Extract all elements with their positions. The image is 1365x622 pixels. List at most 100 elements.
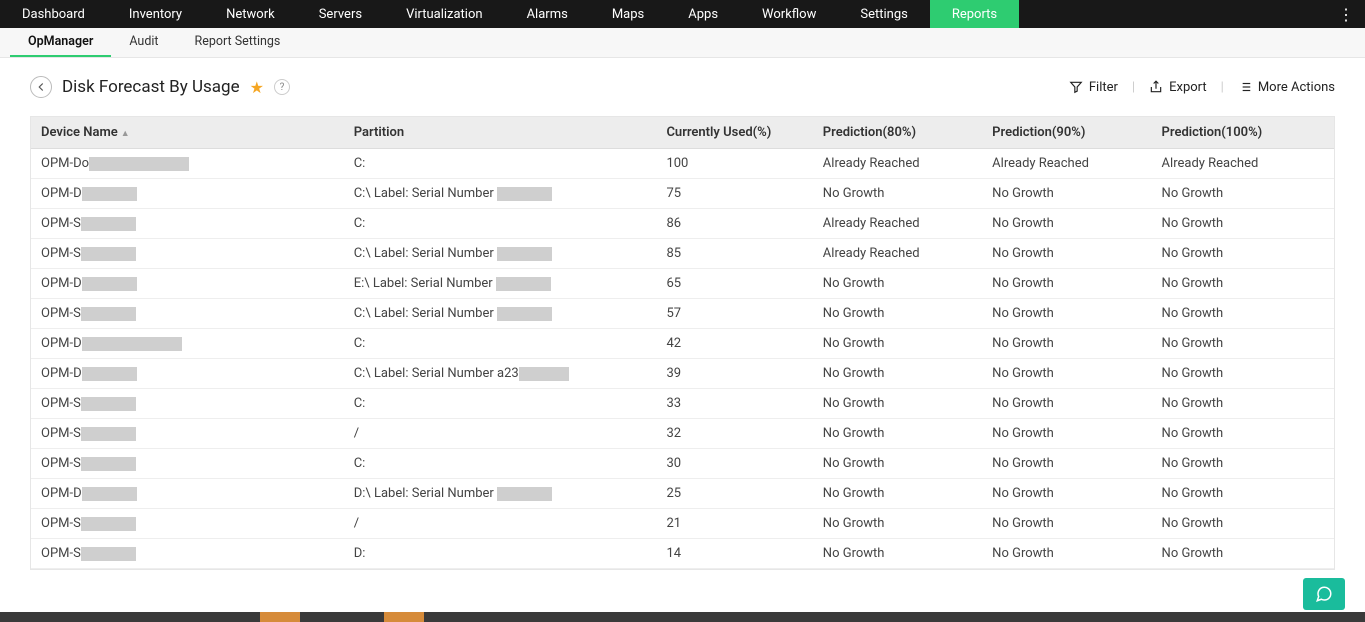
- cell-p80: No Growth: [813, 269, 982, 299]
- cell-p80: No Growth: [813, 539, 982, 569]
- col-p100[interactable]: Prediction(100%): [1152, 117, 1334, 149]
- nav-item-inventory[interactable]: Inventory: [107, 0, 204, 28]
- cell-p100: No Growth: [1152, 419, 1334, 449]
- cell-device: OPM-D: [31, 179, 344, 209]
- cell-p90: No Growth: [982, 449, 1151, 479]
- cell-p90: No Growth: [982, 209, 1151, 239]
- cell-used: 32: [656, 419, 812, 449]
- col-used[interactable]: Currently Used(%): [656, 117, 812, 149]
- export-icon: [1149, 80, 1163, 94]
- help-icon[interactable]: ?: [274, 79, 290, 95]
- cell-p90: No Growth: [982, 239, 1151, 269]
- table-row[interactable]: OPM-DD:\ Label: Serial Number 25No Growt…: [31, 479, 1334, 509]
- cell-p100: No Growth: [1152, 329, 1334, 359]
- filter-icon: [1069, 80, 1083, 94]
- cell-used: 65: [656, 269, 812, 299]
- cell-device: OPM-S: [31, 299, 344, 329]
- cell-partition: C:: [344, 209, 657, 239]
- cell-partition: /: [344, 509, 657, 539]
- cell-p80: No Growth: [813, 299, 982, 329]
- nav-item-reports[interactable]: Reports: [930, 0, 1019, 28]
- cell-device: OPM-D: [31, 269, 344, 299]
- page-header: Disk Forecast By Usage ★ ? Filter | Expo…: [30, 76, 1335, 98]
- cell-used: 42: [656, 329, 812, 359]
- nav-item-maps[interactable]: Maps: [590, 0, 666, 28]
- chat-fab[interactable]: [1303, 578, 1345, 610]
- subnav-item-audit[interactable]: Audit: [111, 28, 176, 57]
- cell-device: OPM-D: [31, 479, 344, 509]
- nav-item-dashboard[interactable]: Dashboard: [0, 0, 107, 28]
- subnav-item-opmanager[interactable]: OpManager: [10, 28, 111, 57]
- cell-partition: /: [344, 419, 657, 449]
- cell-p100: No Growth: [1152, 449, 1334, 479]
- table-row[interactable]: OPM-S/21No GrowthNo GrowthNo Growth: [31, 509, 1334, 539]
- col-p90[interactable]: Prediction(90%): [982, 117, 1151, 149]
- top-nav: DashboardInventoryNetworkServersVirtuali…: [0, 0, 1365, 28]
- page-title: Disk Forecast By Usage: [62, 77, 240, 97]
- table-row[interactable]: OPM-DC:\ Label: Serial Number 75No Growt…: [31, 179, 1334, 209]
- cell-partition: C:: [344, 389, 657, 419]
- kebab-menu-icon[interactable]: ⋮: [1338, 0, 1353, 28]
- subnav-item-report-settings[interactable]: Report Settings: [177, 28, 299, 57]
- cell-p100: No Growth: [1152, 239, 1334, 269]
- col-p80[interactable]: Prediction(80%): [813, 117, 982, 149]
- table-row[interactable]: OPM-DE:\ Label: Serial Number 65No Growt…: [31, 269, 1334, 299]
- cell-partition: C:: [344, 449, 657, 479]
- cell-partition: D:: [344, 539, 657, 569]
- cell-partition: D:\ Label: Serial Number: [344, 479, 657, 509]
- nav-item-alarms[interactable]: Alarms: [505, 0, 590, 28]
- nav-item-servers[interactable]: Servers: [297, 0, 384, 28]
- cell-used: 21: [656, 509, 812, 539]
- back-button[interactable]: [30, 76, 52, 98]
- filter-button[interactable]: Filter: [1069, 80, 1118, 95]
- table-row[interactable]: OPM-SC:30No GrowthNo GrowthNo Growth: [31, 449, 1334, 479]
- nav-item-settings[interactable]: Settings: [838, 0, 929, 28]
- cell-p80: No Growth: [813, 449, 982, 479]
- sub-nav: OpManagerAuditReport Settings: [0, 28, 1365, 58]
- nav-item-workflow[interactable]: Workflow: [740, 0, 838, 28]
- cell-p90: No Growth: [982, 419, 1151, 449]
- cell-partition: C:\ Label: Serial Number a23: [344, 359, 657, 389]
- cell-p90: No Growth: [982, 479, 1151, 509]
- cell-device: OPM-S: [31, 509, 344, 539]
- table-row[interactable]: OPM-SC:\ Label: Serial Number 85Already …: [31, 239, 1334, 269]
- table-row[interactable]: OPM-SC:33No GrowthNo GrowthNo Growth: [31, 389, 1334, 419]
- cell-p100: No Growth: [1152, 299, 1334, 329]
- cell-p80: No Growth: [813, 479, 982, 509]
- cell-p100: Already Reached: [1152, 149, 1334, 179]
- table-row[interactable]: OPM-DC:42No GrowthNo GrowthNo Growth: [31, 329, 1334, 359]
- more-actions-label: More Actions: [1258, 80, 1335, 95]
- cell-p90: Already Reached: [982, 149, 1151, 179]
- cell-partition: C:\ Label: Serial Number: [344, 179, 657, 209]
- more-actions-button[interactable]: More Actions: [1238, 80, 1335, 95]
- cell-p100: No Growth: [1152, 389, 1334, 419]
- nav-item-virtualization[interactable]: Virtualization: [384, 0, 505, 28]
- table-row[interactable]: OPM-DC:\ Label: Serial Number a2339No Gr…: [31, 359, 1334, 389]
- cell-p100: No Growth: [1152, 539, 1334, 569]
- table-row[interactable]: OPM-SC:\ Label: Serial Number 57No Growt…: [31, 299, 1334, 329]
- cell-device: OPM-Do: [31, 149, 344, 179]
- cell-used: 86: [656, 209, 812, 239]
- nav-item-network[interactable]: Network: [204, 0, 297, 28]
- table-row[interactable]: OPM-DoC:100Already ReachedAlready Reache…: [31, 149, 1334, 179]
- cell-p90: No Growth: [982, 269, 1151, 299]
- table-row[interactable]: OPM-SD:14No GrowthNo GrowthNo Growth: [31, 539, 1334, 569]
- col-device[interactable]: Device Name▲: [31, 117, 344, 149]
- separator: |: [1132, 80, 1135, 95]
- export-label: Export: [1169, 80, 1207, 95]
- cell-used: 75: [656, 179, 812, 209]
- cell-device: OPM-D: [31, 359, 344, 389]
- cell-used: 30: [656, 449, 812, 479]
- nav-item-apps[interactable]: Apps: [666, 0, 740, 28]
- cell-p100: No Growth: [1152, 359, 1334, 389]
- cell-p80: No Growth: [813, 179, 982, 209]
- col-partition[interactable]: Partition: [344, 117, 657, 149]
- table-row[interactable]: OPM-SC:86Already ReachedNo GrowthNo Grow…: [31, 209, 1334, 239]
- export-button[interactable]: Export: [1149, 80, 1207, 95]
- cell-device: OPM-D: [31, 329, 344, 359]
- cell-p90: No Growth: [982, 389, 1151, 419]
- star-icon[interactable]: ★: [250, 78, 264, 97]
- cell-partition: E:\ Label: Serial Number: [344, 269, 657, 299]
- cell-p80: No Growth: [813, 389, 982, 419]
- table-row[interactable]: OPM-S/32No GrowthNo GrowthNo Growth: [31, 419, 1334, 449]
